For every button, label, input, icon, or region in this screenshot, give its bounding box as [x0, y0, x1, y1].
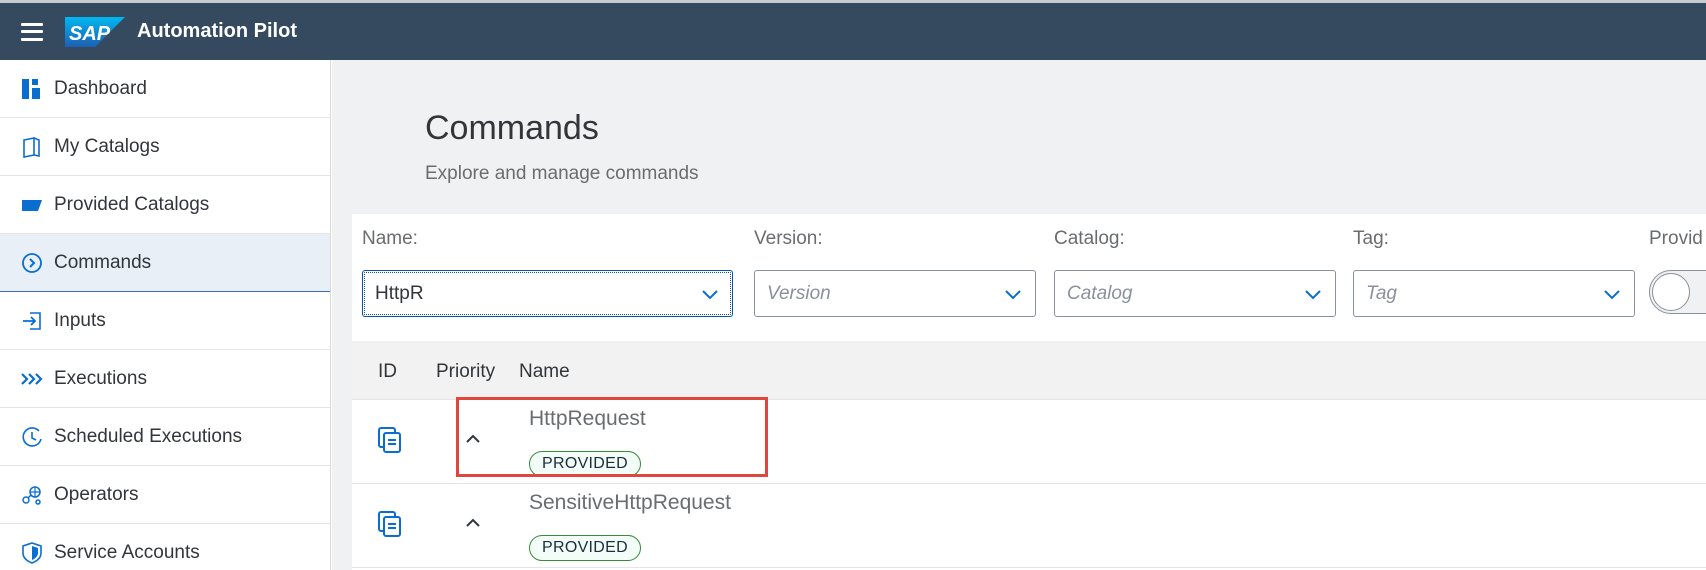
column-header-name[interactable]: Name	[519, 361, 570, 383]
chevron-down-icon[interactable]	[1602, 284, 1622, 304]
version-filter-label: Version:	[754, 228, 823, 249]
command-circle-icon	[20, 251, 44, 275]
nav-item-provided-catalogs[interactable]: Provided Catalogs	[0, 176, 330, 234]
executions-chevrons-icon	[20, 367, 44, 391]
name-combobox[interactable]: HttpR	[362, 270, 733, 317]
logo-text: SAP	[69, 23, 111, 45]
switch-knob	[1652, 273, 1690, 311]
priority-up-icon	[466, 518, 480, 527]
side-navigation: Dashboard My Catalogs Provided Catalogs …	[0, 60, 331, 570]
filter-bar: Name: HttpR Version: Version Catalog: Ca…	[352, 214, 1706, 341]
sap-logo[interactable]: SAP	[65, 16, 125, 47]
nav-label-commands: Commands	[54, 251, 152, 273]
nav-item-my-catalogs[interactable]: My Catalogs	[0, 118, 330, 176]
chevron-down-icon[interactable]	[1003, 284, 1023, 304]
catalog-filter-label: Catalog:	[1054, 228, 1125, 249]
catalog-placeholder: Catalog	[1067, 282, 1133, 304]
nav-label-executions: Executions	[54, 367, 147, 389]
tag-placeholder: Tag	[1366, 282, 1397, 304]
tag-filter-label: Tag:	[1353, 228, 1389, 249]
provided-catalog-icon	[20, 193, 44, 217]
tag-combobox[interactable]: Tag	[1353, 270, 1635, 317]
nav-item-scheduled-executions[interactable]: Scheduled Executions	[0, 408, 330, 466]
column-header-priority[interactable]: Priority	[436, 361, 495, 383]
nav-item-service-accounts[interactable]: Service Accounts	[0, 524, 330, 570]
provided-filter: Provid	[1649, 214, 1706, 341]
command-name-link[interactable]: HttpRequest	[529, 407, 646, 431]
chevron-down-icon[interactable]	[1303, 284, 1323, 304]
menu-icon[interactable]	[21, 22, 43, 41]
operators-network-icon	[20, 483, 44, 507]
nav-item-executions[interactable]: Executions	[0, 350, 330, 408]
status-badge: PROVIDED	[529, 451, 641, 477]
catalog-combobox[interactable]: Catalog	[1054, 270, 1336, 317]
nav-label-operators: Operators	[54, 483, 139, 505]
page-subtitle: Explore and manage commands	[425, 163, 699, 184]
nav-item-dashboard[interactable]: Dashboard	[0, 60, 330, 118]
table-row[interactable]: HttpRequest PROVIDED	[352, 400, 1706, 484]
nav-item-commands[interactable]: Commands	[0, 234, 330, 292]
nav-label-dashboard: Dashboard	[54, 77, 147, 99]
provided-switch[interactable]	[1649, 270, 1706, 314]
app-title: Automation Pilot	[137, 20, 297, 42]
service-account-shield-icon	[20, 541, 44, 565]
commands-table: ID Priority Name HttpRequest PROVIDED Se…	[352, 341, 1706, 570]
nav-label-scheduled-executions: Scheduled Executions	[54, 425, 243, 447]
nav-label-service-accounts: Service Accounts	[54, 541, 200, 563]
copy-id-icon[interactable]	[377, 426, 403, 454]
input-arrow-icon	[20, 309, 44, 333]
name-filter-label: Name:	[362, 228, 418, 249]
main-content: Commands Explore and manage commands Nam…	[332, 60, 1706, 570]
name-filter-value: HttpR	[375, 282, 424, 304]
column-header-id[interactable]: ID	[378, 361, 397, 383]
provided-filter-label: Provid	[1649, 228, 1703, 249]
table-header: ID Priority Name	[352, 341, 1706, 400]
scheduled-clock-icon	[20, 425, 44, 449]
page-title: Commands	[425, 109, 599, 147]
nav-label-provided-catalogs: Provided Catalogs	[54, 193, 210, 215]
status-badge: PROVIDED	[529, 535, 641, 561]
shell-bar: SAP Automation Pilot	[0, 0, 1706, 60]
nav-item-operators[interactable]: Operators	[0, 466, 330, 524]
nav-item-inputs[interactable]: Inputs	[0, 292, 330, 350]
version-combobox[interactable]: Version	[754, 270, 1036, 317]
nav-label-inputs: Inputs	[54, 309, 106, 331]
table-row[interactable]: SensitiveHttpRequest PROVIDED	[352, 484, 1706, 568]
version-placeholder: Version	[767, 282, 831, 304]
nav-label-my-catalogs: My Catalogs	[54, 135, 160, 157]
copy-id-icon[interactable]	[377, 510, 403, 538]
dashboard-icon	[20, 77, 44, 101]
command-name-link[interactable]: SensitiveHttpRequest	[529, 491, 731, 515]
priority-up-icon	[466, 434, 480, 443]
catalog-book-icon	[20, 135, 44, 159]
chevron-down-icon[interactable]	[700, 284, 720, 304]
